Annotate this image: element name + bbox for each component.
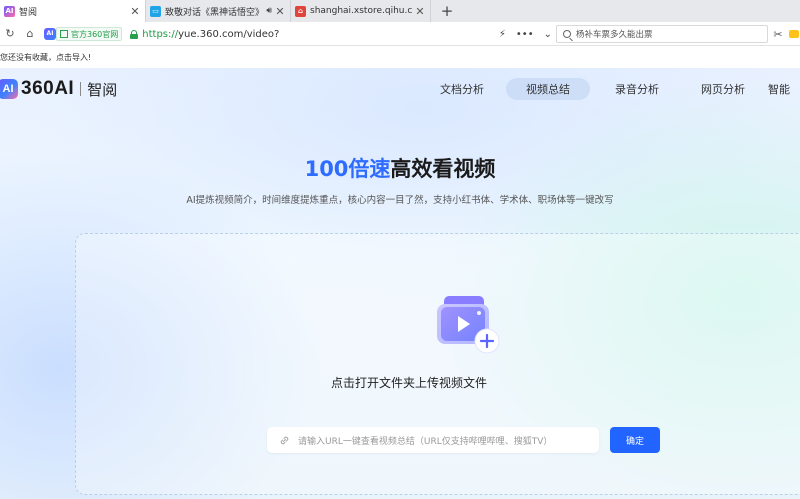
nav-item-smart[interactable]: 智能 [768, 78, 800, 100]
tab-title: shanghai.xstore.qihu.com/w [310, 6, 412, 16]
nav-item-audio-analysis[interactable]: 录音分析 [596, 78, 678, 100]
confirm-button[interactable]: 确定 [610, 427, 660, 453]
browser-toolbar: ↻ ⌂ AI 官方360官网 https://yue.360.com/video… [0, 22, 800, 46]
lightning-icon[interactable]: ⚡︎ [499, 29, 506, 40]
search-input[interactable]: 杨补车票多久能出票 [556, 25, 768, 43]
close-tab-icon[interactable]: ✕ [129, 5, 141, 18]
browser-tab-bar: AI 智阅 ✕ ▭ 致敬对话《黑神话悟空》制 🔊︎ ✕ ⌂ shanghai.x… [0, 0, 800, 22]
chevron-down-icon[interactable]: ⌄ [544, 29, 552, 40]
address-tools: ⚡︎ ••• ⌄ [499, 25, 552, 43]
site-badge-label: 官方360官网 [71, 29, 119, 39]
nav-item-document-analysis[interactable]: 文档分析 [422, 78, 502, 100]
hero-title-accent: 100倍速 [304, 157, 391, 181]
lock-icon [130, 29, 139, 39]
url-text[interactable]: https://yue.360.com/video? [142, 29, 279, 40]
tab-zhiyue[interactable]: AI 智阅 ✕ [0, 0, 146, 22]
logo-divider [80, 82, 82, 96]
link-icon [280, 436, 289, 444]
verified-icon [60, 30, 68, 38]
url-input-placeholder: 请输入URL一键查看视频总结（URL仅支持哔哩哔哩、搜狐TV） [298, 436, 553, 447]
video-url-input[interactable]: 请输入URL一键查看视频总结（URL仅支持哔哩哔哩、搜狐TV） [267, 427, 599, 453]
nav-item-webpage-analysis[interactable]: 网页分析 [682, 78, 764, 100]
upload-label[interactable]: 点击打开文件夹上传视频文件 [76, 374, 742, 391]
toolbar-extras: ✂ [768, 22, 800, 46]
hero-subtitle: AI提炼视频简介，时间维度提炼重点，核心内容一目了然，支持小红书体、学术体、职场… [186, 195, 614, 206]
360ai-favicon-icon: AI [4, 5, 15, 17]
bilibili-favicon-icon: ▭ [150, 5, 161, 17]
upload-dropzone[interactable]: 点击打开文件夹上传视频文件 请输入URL一键查看视频总结（URL仅支持哔哩哔哩、… [75, 233, 800, 495]
hero-title-rest: 高效看视频 [390, 157, 496, 181]
close-tab-icon[interactable]: ✕ [274, 5, 286, 18]
site-logo[interactable]: AI 360AI 智阅 [0, 78, 117, 100]
ai-logo-icon: AI [0, 79, 18, 99]
url-path: yue.360.com/video? [178, 28, 280, 40]
extension-icon[interactable] [788, 24, 800, 44]
tab-title: 致敬对话《黑神话悟空》制 [165, 7, 265, 18]
speaker-icon[interactable]: 🔊︎ [266, 6, 272, 16]
favorites-bar: 您还没有收藏，点击导入! [0, 46, 800, 68]
brand-name: 360AI [21, 78, 75, 99]
refresh-icon[interactable]: ↻ [0, 24, 20, 44]
product-name: 智阅 [87, 80, 118, 99]
search-placeholder: 杨补车票多久能出票 [576, 30, 653, 40]
url-scheme: https:// [142, 28, 179, 40]
tab-bilibili-video[interactable]: ▭ 致敬对话《黑神话悟空》制 🔊︎ ✕ [146, 0, 291, 22]
tab-pdf[interactable]: ⌂ shanghai.xstore.qihu.com/w ✕ [291, 0, 431, 22]
address-bar[interactable]: 官方360官网 https://yue.360.com/video? ⚡︎ ••… [56, 25, 552, 43]
pdf-favicon-icon: ⌂ [295, 5, 306, 17]
site-header: AI 360AI 智阅 文档分析 视频总结 录音分析 网页分析 智能 [0, 68, 800, 110]
more-icon[interactable]: ••• [516, 29, 534, 40]
main-nav: 文档分析 视频总结 录音分析 网页分析 智能 [422, 78, 800, 100]
official-site-badge: 官方360官网 [56, 27, 123, 41]
scissors-icon[interactable]: ✂ [768, 24, 788, 44]
close-tab-icon[interactable]: ✕ [414, 5, 426, 18]
hero-title: 100倍速高效看视频 [0, 153, 800, 183]
tab-title: 智阅 [19, 7, 38, 18]
home-icon[interactable]: ⌂ [20, 24, 40, 44]
new-tab-button[interactable]: + [437, 0, 457, 22]
search-icon [563, 30, 571, 38]
favorites-import-hint[interactable]: 您还没有收藏，点击导入! [0, 52, 91, 63]
video-upload-icon [437, 296, 500, 354]
page-content: AI 360AI 智阅 文档分析 视频总结 录音分析 网页分析 智能 100倍速… [0, 68, 800, 499]
nav-item-video-summary[interactable]: 视频总结 [506, 78, 590, 100]
